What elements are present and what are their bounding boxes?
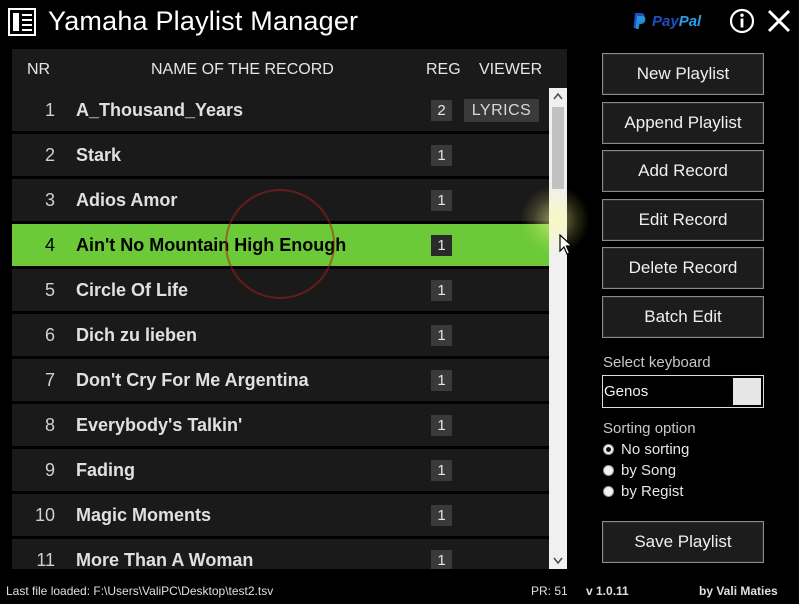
row-number: 11 <box>36 550 55 569</box>
scroll-down-icon[interactable] <box>549 552 567 569</box>
radio-button[interactable] <box>603 465 614 476</box>
table-row[interactable]: 2 Stark 1 <box>12 134 549 179</box>
record-name: Dich zu lieben <box>76 325 198 345</box>
row-number: 3 <box>44 190 55 210</box>
append-playlist-button[interactable]: Append Playlist <box>602 102 764 144</box>
reg-count-badge: 1 <box>431 190 452 211</box>
scrollbar-thumb[interactable] <box>552 107 564 189</box>
keyboard-select[interactable]: Genos <box>602 375 764 408</box>
paypal-pal-text: Pal <box>678 12 702 30</box>
table-body: 1 A_Thousand_Years 2 LYRICS 2 Stark 1 3 Adios Am… <box>12 89 549 569</box>
reg-count-badge: 1 <box>431 550 452 569</box>
radio-label: by Song <box>621 462 677 479</box>
row-number: 10 <box>34 505 55 525</box>
table-row[interactable]: 9 Fading 1 <box>12 449 549 494</box>
record-name: Adios Amor <box>76 190 178 210</box>
row-number: 7 <box>44 370 55 390</box>
paypal-pay-text: Pay <box>652 12 679 30</box>
radio-button-checked[interactable] <box>603 444 614 455</box>
add-record-button[interactable]: Add Record <box>602 150 764 192</box>
column-header-viewer[interactable]: VIEWER <box>479 49 542 91</box>
app-title: Yamaha Playlist Manager <box>48 6 359 36</box>
edit-record-button[interactable]: Edit Record <box>602 199 764 241</box>
app-icon <box>8 8 36 36</box>
table-row[interactable]: 10 Magic Moments 1 <box>12 494 549 539</box>
column-header-reg[interactable]: REG <box>426 49 461 91</box>
batch-edit-button[interactable]: Batch Edit <box>602 296 764 338</box>
table-row[interactable]: 8 Everybody's Talkin' 1 <box>12 404 549 449</box>
table-row[interactable]: 11 More Than A Woman 1 <box>12 539 549 569</box>
close-icon[interactable] <box>765 6 793 36</box>
table-row[interactable]: 3 Adios Amor 1 <box>12 179 549 224</box>
table-row[interactable]: 1 A_Thousand_Years 2 LYRICS <box>12 89 549 134</box>
column-header-nr[interactable]: NR <box>27 49 50 91</box>
record-name: Circle Of Life <box>76 280 189 300</box>
keyboard-value: Genos <box>604 383 649 400</box>
reg-count-badge: 1 <box>431 235 452 256</box>
row-number: 9 <box>44 460 55 480</box>
table-row[interactable]: 6 Dich zu lieben 1 <box>12 314 549 359</box>
reg-count-badge: 1 <box>431 505 452 526</box>
reg-count-badge: 1 <box>431 325 452 346</box>
row-number: 5 <box>44 280 55 300</box>
sorting-label: Sorting option <box>603 420 696 437</box>
record-name: Ain't No Mountain High Enough <box>76 235 347 255</box>
reg-count-badge: 1 <box>431 460 452 481</box>
table-scrollbar[interactable] <box>549 88 567 569</box>
record-name: Fading <box>76 460 135 480</box>
pr-count: PR: 51 <box>531 584 568 598</box>
record-name: Stark <box>76 145 122 165</box>
record-table: NR NAME OF THE RECORD REG VIEWER 1 A_Thou… <box>12 49 567 569</box>
table-row[interactable]: 4 Ain't No Mountain High Enough 1 <box>12 224 549 269</box>
row-number: 2 <box>44 145 55 165</box>
delete-record-button[interactable]: Delete Record <box>602 247 764 289</box>
record-name: Magic Moments <box>76 505 212 525</box>
row-number: 6 <box>44 325 55 345</box>
row-number: 8 <box>44 415 55 435</box>
reg-count-badge: 1 <box>431 370 452 391</box>
radio-label: No sorting <box>621 441 690 458</box>
record-name: Don't Cry For Me Argentina <box>76 370 309 390</box>
table-header: NR NAME OF THE RECORD REG VIEWER <box>12 49 567 88</box>
column-header-name[interactable]: NAME OF THE RECORD <box>151 49 334 91</box>
radio-button[interactable] <box>603 486 614 497</box>
row-number: 1 <box>44 100 55 120</box>
keyboard-dropdown-button[interactable] <box>733 378 761 405</box>
reg-count-badge: 2 <box>431 100 452 121</box>
row-number: 4 <box>44 235 55 255</box>
paypal-icon <box>633 13 646 29</box>
table-row[interactable]: 5 Circle Of Life 1 <box>12 269 549 314</box>
save-playlist-button[interactable]: Save Playlist <box>602 521 764 563</box>
table-row[interactable]: 7 Don't Cry For Me Argentina 1 <box>12 359 549 404</box>
new-playlist-button[interactable]: New Playlist <box>602 53 764 95</box>
paypal-button[interactable]: Pay Pal <box>632 10 701 32</box>
keyboard-label: Select keyboard <box>603 354 711 371</box>
title-bar: Yamaha Playlist Manager Pay Pal <box>0 0 799 42</box>
lyrics-viewer-button[interactable]: LYRICS <box>464 99 539 122</box>
version-label: v 1.0.11 <box>586 584 629 598</box>
author-label: by Vali Maties <box>699 584 778 598</box>
last-file-status: Last file loaded: F:\Users\ValiPC\Deskto… <box>6 584 274 598</box>
mouse-cursor-icon <box>559 234 573 255</box>
scroll-up-icon[interactable] <box>549 88 567 105</box>
reg-count-badge: 1 <box>431 145 452 166</box>
reg-count-badge: 1 <box>431 415 452 436</box>
radio-label: by Regist <box>621 483 684 500</box>
info-icon[interactable] <box>729 8 755 34</box>
record-name: Everybody's Talkin' <box>76 415 243 435</box>
reg-count-badge: 1 <box>431 280 452 301</box>
record-name: A_Thousand_Years <box>76 100 244 120</box>
record-name: More Than A Woman <box>76 550 254 569</box>
